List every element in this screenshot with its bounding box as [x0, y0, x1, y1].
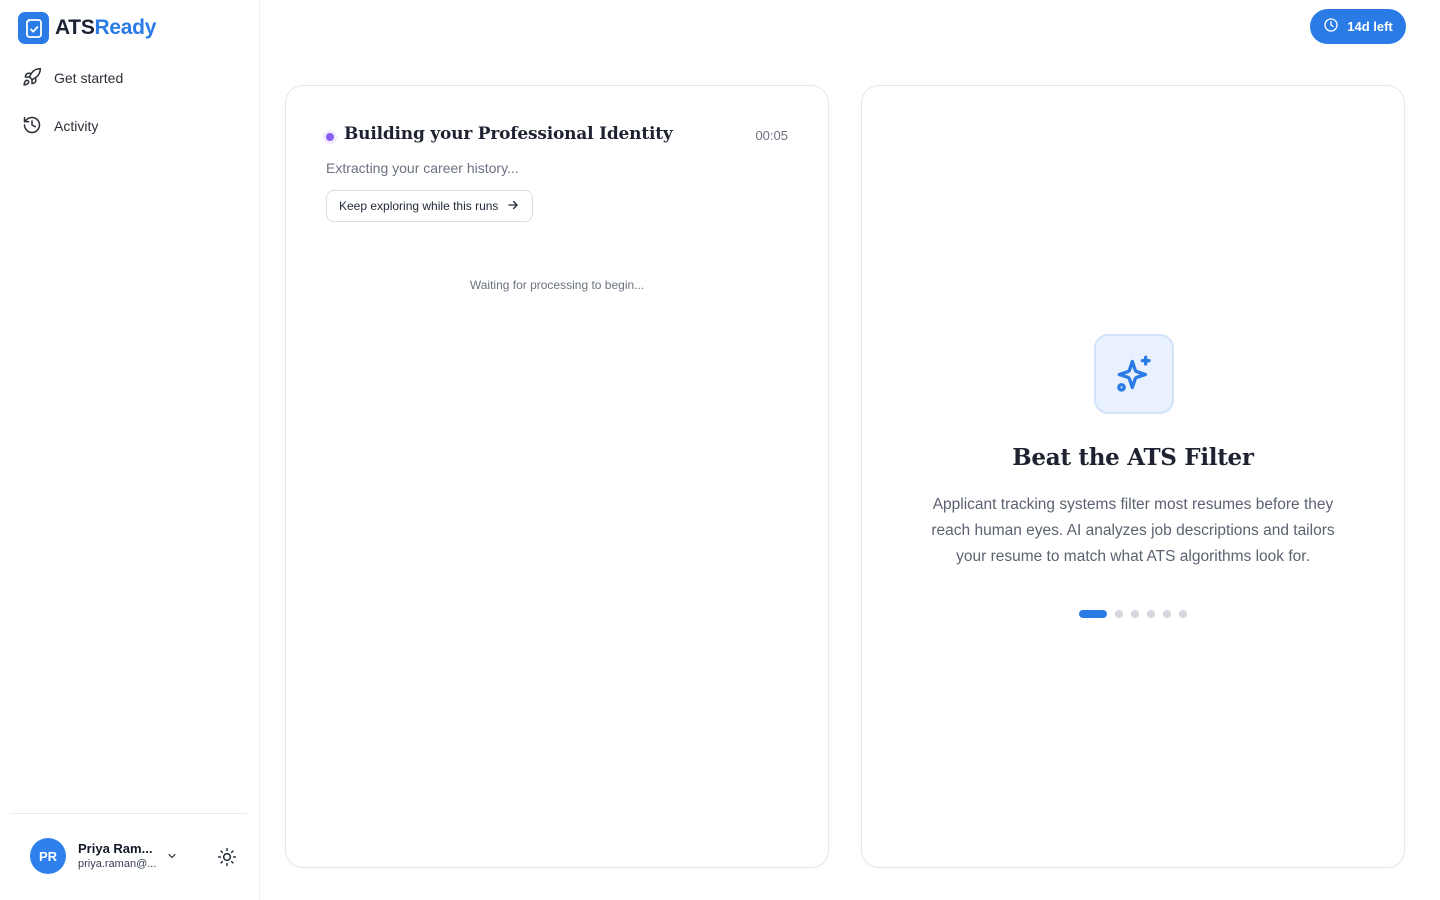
processing-title: Building your Professional Identity	[344, 124, 673, 144]
sparkles-icon	[1094, 334, 1174, 414]
user-name: Priya Ram...	[78, 841, 153, 856]
trial-days-left-button[interactable]: 14d left	[1310, 9, 1406, 44]
user-email: priya.raman@...	[78, 858, 157, 870]
clock-icon	[1323, 17, 1339, 36]
carousel-dot[interactable]	[1115, 610, 1123, 618]
sidebar-nav: Get started Activity	[10, 58, 250, 154]
user-menu[interactable]: PR Priya Ram... priya.raman@...	[30, 838, 237, 874]
brand-name: ATSReady	[55, 16, 156, 40]
brand-logo[interactable]: ATSReady	[18, 12, 156, 44]
carousel-dot[interactable]	[1079, 610, 1107, 618]
processing-status-text: Waiting for processing to begin...	[469, 278, 645, 292]
trial-label: 14d left	[1347, 19, 1393, 34]
theme-toggle-sun-icon[interactable]	[216, 846, 238, 868]
sidebar-item-get-started[interactable]: Get started	[10, 58, 250, 98]
carousel-dot[interactable]	[1147, 610, 1155, 618]
sidebar-item-label: Get started	[54, 70, 124, 86]
carousel-dot[interactable]	[1163, 610, 1171, 618]
processing-subtitle: Extracting your career history...	[326, 160, 519, 176]
avatar: PR	[30, 838, 66, 874]
tip-carousel-card: Beat the ATS Filter Applicant tracking s…	[861, 85, 1405, 868]
sidebar: ATSReady Get started Activity PR Priya R…	[0, 0, 260, 900]
brand-name-part2: Ready	[94, 16, 157, 39]
logo-mark-icon	[18, 12, 49, 44]
tip-title: Beat the ATS Filter	[1012, 444, 1254, 471]
brand-name-part1: ATS	[55, 16, 95, 39]
carousel-dot[interactable]	[1131, 610, 1139, 618]
arrow-right-icon	[506, 198, 520, 215]
sidebar-divider	[10, 813, 247, 814]
tip-body: Applicant tracking systems filter most r…	[931, 496, 1335, 565]
processing-status-dot	[326, 133, 334, 141]
processing-card: Building your Professional Identity 00:0…	[285, 85, 829, 868]
sidebar-item-activity[interactable]: Activity	[10, 106, 250, 146]
keep-exploring-label: Keep exploring while this runs	[339, 199, 499, 213]
carousel-pagination	[862, 610, 1404, 618]
user-info: Priya Ram... priya.raman@...	[78, 840, 158, 872]
carousel-dot[interactable]	[1179, 610, 1187, 618]
rocket-icon	[22, 67, 42, 90]
processing-header: Building your Professional Identity 00:0…	[326, 124, 788, 150]
sidebar-item-label: Activity	[54, 118, 99, 134]
history-icon	[22, 115, 42, 138]
processing-timer: 00:05	[755, 128, 788, 143]
chevron-down-icon[interactable]	[166, 849, 178, 867]
keep-exploring-button[interactable]: Keep exploring while this runs	[326, 190, 534, 222]
